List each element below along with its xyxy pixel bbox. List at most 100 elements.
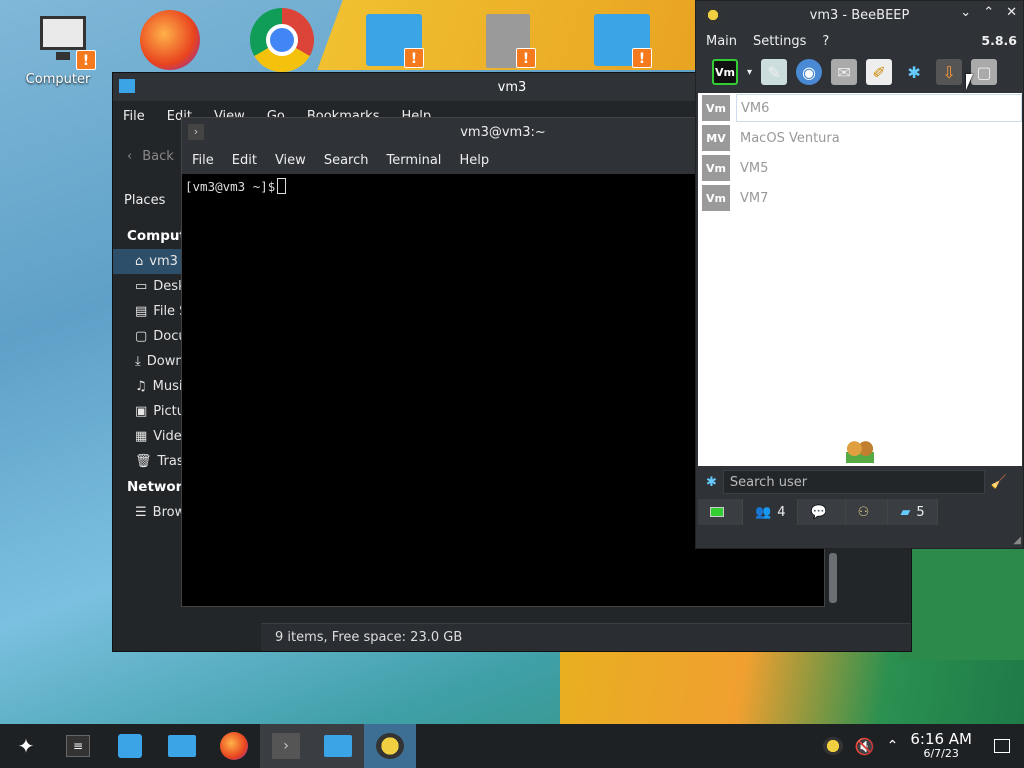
places-header: Places xyxy=(124,193,166,208)
bee-icon xyxy=(704,6,722,24)
tab-messages[interactable]: 💬 xyxy=(798,499,846,525)
firefox-icon[interactable] xyxy=(140,10,200,70)
message-icon: 💬 xyxy=(810,504,827,520)
monitor-icon xyxy=(40,16,86,50)
desktop-computer-icon[interactable]: ! Computer xyxy=(20,12,96,87)
menu-edit[interactable]: Edit xyxy=(232,153,257,168)
network-icon: ☰ xyxy=(135,505,147,520)
desktop-icon-label: Computer xyxy=(25,72,91,87)
user-name: VM6 xyxy=(736,94,1022,122)
menu-search[interactable]: Search xyxy=(324,153,369,168)
home-folder-icon[interactable]: ! xyxy=(594,14,652,68)
minimize-icon[interactable]: ⌄ xyxy=(960,5,971,20)
desktop-icon: ▭ xyxy=(135,279,148,294)
tab-groups[interactable]: ⚇ xyxy=(845,499,889,525)
document-icon: ▢ xyxy=(135,329,148,344)
user-row[interactable]: MV MacOS Ventura xyxy=(698,123,1022,153)
settings-icon[interactable]: ✱ xyxy=(706,475,717,490)
close-icon[interactable]: ✕ xyxy=(1006,5,1017,20)
menu-file[interactable]: File xyxy=(192,153,214,168)
terminal-cursor xyxy=(277,178,287,194)
file-icon: ▰ xyxy=(900,504,911,520)
user-avatar: Vm xyxy=(702,155,730,181)
file-transfer-icon[interactable]: ⇩ xyxy=(936,59,963,85)
write-message-icon[interactable]: ✐ xyxy=(866,59,893,85)
folder-icon[interactable]: ! xyxy=(366,14,424,68)
system-settings-icon[interactable]: ≡ xyxy=(52,724,104,768)
beebeep-tabs: 👥 4 💬 ⚇ ▰ 5 xyxy=(698,499,938,525)
music-icon: ♫ xyxy=(135,379,147,394)
back-button[interactable]: Back xyxy=(142,149,174,164)
menu-file[interactable]: File xyxy=(123,109,145,124)
menu-help[interactable]: Help xyxy=(459,153,489,168)
folder-icon xyxy=(119,79,135,93)
menu-terminal[interactable]: Terminal xyxy=(386,153,441,168)
clear-icon[interactable]: 🧹 xyxy=(991,475,1007,490)
mail-icon[interactable]: ✉ xyxy=(831,59,858,85)
warning-icon: ! xyxy=(404,48,424,68)
group-icon: ⚇ xyxy=(857,504,870,520)
user-row[interactable]: Vm VM7 xyxy=(698,183,1022,213)
menu-help[interactable]: ? xyxy=(822,34,829,49)
taskbar: ✦ ≡ › 🔇 ⌃ 6:16 AM 6/7/23 xyxy=(0,724,1024,768)
version-label: 5.8.6 xyxy=(981,33,1017,48)
user-row[interactable]: Vm VM6 xyxy=(698,93,1022,123)
tab-users[interactable]: 👥 4 xyxy=(743,499,799,525)
search-user-input[interactable] xyxy=(722,470,985,494)
user-avatar: Vm xyxy=(702,185,730,211)
plugin-icon[interactable]: ✱ xyxy=(901,59,927,85)
firefox-icon[interactable] xyxy=(208,724,260,768)
beebeep-toolbar: Vm ▾ ✎ ◉ ✉ ✐ ✱ ⇩ ▢ xyxy=(696,53,1023,91)
status-text: 9 items, Free space: 23.0 GB xyxy=(275,630,463,645)
bee-tray-icon[interactable] xyxy=(822,737,843,755)
download-icon: ⤓ xyxy=(135,354,141,369)
drive-icon: ▤ xyxy=(135,304,148,319)
dolphin-task-icon[interactable] xyxy=(312,724,364,768)
user-avatar: Vm xyxy=(702,95,730,121)
user-row[interactable]: Vm VM5 xyxy=(698,153,1022,183)
warning-icon: ! xyxy=(76,50,96,70)
terminal-task-icon[interactable]: › xyxy=(260,724,312,768)
trash-icon[interactable]: ! xyxy=(486,14,536,68)
beebeep-menubar: Main Settings ? 5.8.6 xyxy=(696,29,1023,53)
trash-icon: 🗑 xyxy=(135,454,152,469)
tab-chat[interactable] xyxy=(698,499,743,525)
broadcast-icon[interactable]: ◉ xyxy=(796,59,823,85)
beebeep-task-icon[interactable] xyxy=(364,724,416,768)
show-desktop-icon[interactable] xyxy=(994,739,1010,753)
chrome-icon[interactable] xyxy=(250,8,314,72)
back-arrow-icon[interactable]: ‹ xyxy=(127,149,132,164)
app-launcher-icon[interactable]: ✦ xyxy=(0,724,52,768)
resize-grip-icon[interactable]: ◢ xyxy=(1013,535,1021,546)
file-manager-icon[interactable] xyxy=(156,724,208,768)
beebeep-titlebar[interactable]: vm3 - BeeBEEP ⌄ ⌃ ✕ xyxy=(696,1,1023,29)
chat-icon xyxy=(710,507,724,517)
mouse-cursor-icon xyxy=(966,74,973,90)
chevron-up-icon[interactable]: ⌃ xyxy=(887,738,899,754)
search-row: ✱ 🧹 xyxy=(698,467,1022,497)
profile-icon[interactable]: ✎ xyxy=(761,59,788,85)
discover-store-icon[interactable] xyxy=(104,724,156,768)
clock-time: 6:16 AM xyxy=(910,730,972,749)
status-button[interactable]: Vm xyxy=(712,59,738,85)
menu-main[interactable]: Main xyxy=(706,34,737,49)
menu-view[interactable]: View xyxy=(275,153,306,168)
dropdown-arrow-icon[interactable]: ▾ xyxy=(747,67,752,78)
tab-files[interactable]: ▰ 5 xyxy=(888,499,938,525)
volume-muted-icon[interactable]: 🔇 xyxy=(855,737,875,756)
maximize-icon[interactable]: ⌃ xyxy=(983,5,994,20)
menu-settings[interactable]: Settings xyxy=(753,34,806,49)
beebeep-title: vm3 - BeeBEEP xyxy=(809,7,910,23)
terminal-prompt: [vm3@vm3 ~]$ xyxy=(185,178,276,194)
user-name: VM5 xyxy=(740,160,769,176)
warning-icon: ! xyxy=(516,48,536,68)
users-icon: 👥 xyxy=(755,504,772,520)
clock[interactable]: 6:16 AM 6/7/23 xyxy=(910,730,972,760)
user-avatar: MV xyxy=(702,125,730,151)
scrollbar[interactable] xyxy=(829,553,837,603)
user-name: VM7 xyxy=(740,190,769,206)
system-tray: 🔇 ⌃ 6:16 AM 6/7/23 xyxy=(822,724,1024,768)
users-icon xyxy=(846,439,874,463)
trash-icon[interactable]: ▢ xyxy=(971,59,998,85)
user-list: Vm VM6 MV MacOS Ventura Vm VM5 Vm VM7 xyxy=(698,93,1022,466)
